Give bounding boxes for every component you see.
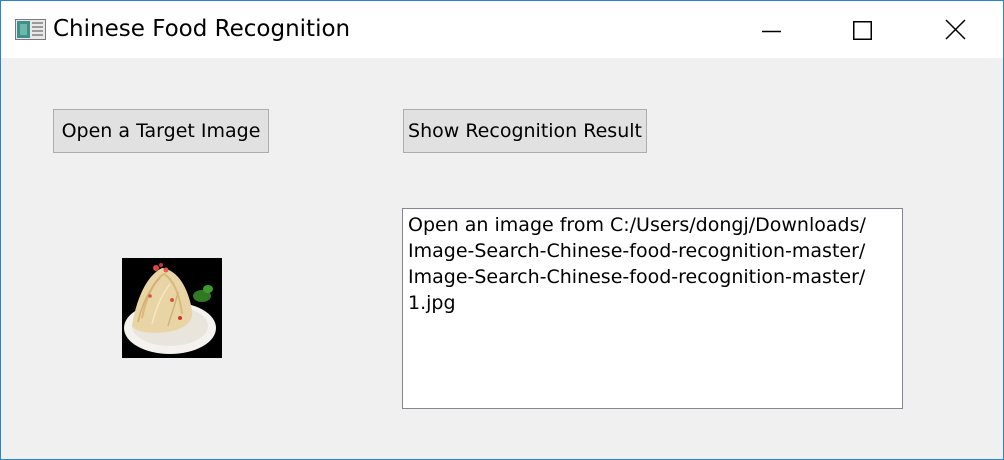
open-target-image-button[interactable]: Open a Target Image	[53, 109, 269, 153]
title-bar[interactable]: Chinese Food Recognition	[1, 1, 1003, 58]
minimize-icon	[762, 30, 781, 33]
show-recognition-result-button[interactable]: Show Recognition Result	[403, 109, 647, 153]
food-image-thumbnail	[122, 258, 222, 358]
window-title: Chinese Food Recognition	[53, 16, 351, 42]
app-icon	[15, 19, 46, 40]
maximize-button[interactable]	[839, 1, 885, 58]
recognition-output-textbox[interactable]: Open an image from C:/Users/dongj/Downlo…	[402, 208, 903, 409]
output-line: Image-Search-Chinese-food-recognition-ma…	[408, 240, 866, 262]
app-window: Chinese Food Recognition Open a Target I…	[0, 0, 1004, 460]
minimize-button[interactable]	[748, 1, 794, 58]
output-line: Open an image from C:/Users/dongj/Downlo…	[408, 214, 866, 236]
close-icon	[945, 19, 966, 40]
maximize-icon	[853, 21, 872, 40]
output-line: Image-Search-Chinese-food-recognition-ma…	[408, 266, 866, 288]
close-button[interactable]	[932, 1, 978, 58]
output-line: 1.jpg	[408, 292, 456, 314]
